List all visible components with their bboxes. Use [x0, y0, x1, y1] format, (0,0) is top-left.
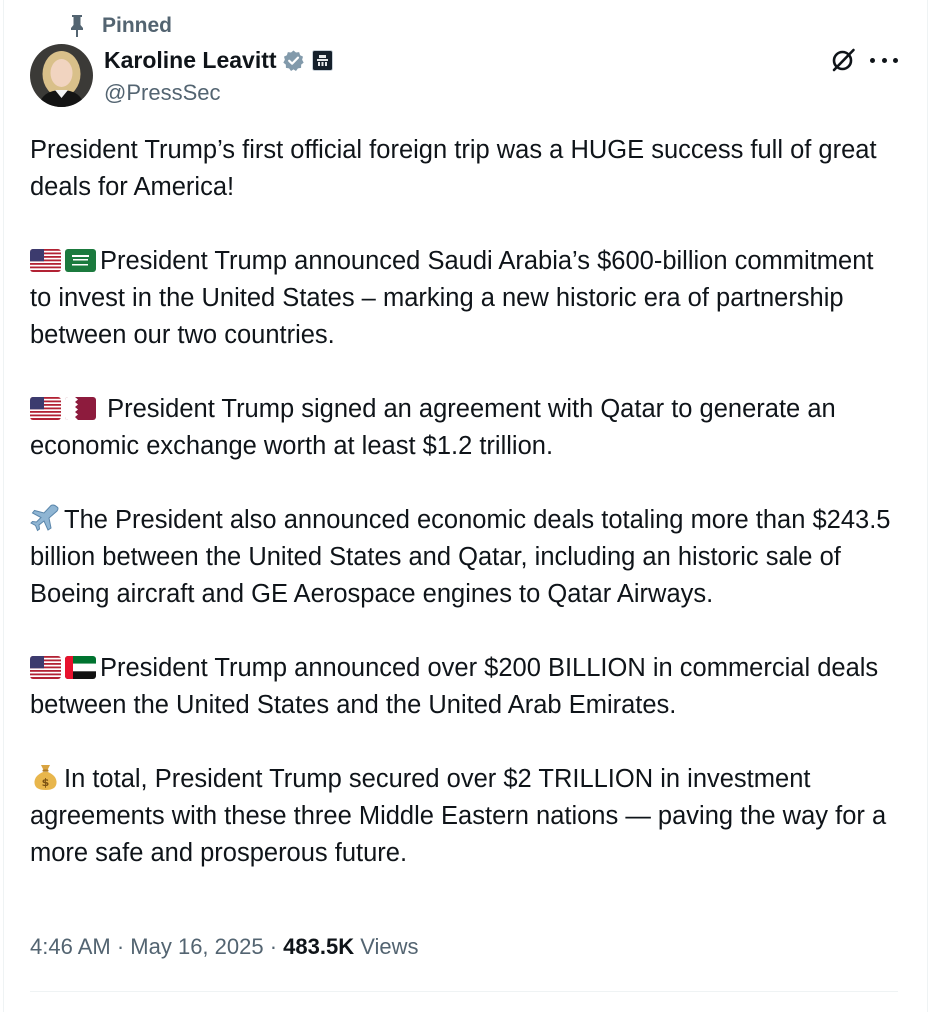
pin-icon	[71, 15, 83, 37]
uae-flag-emoji	[65, 656, 96, 679]
avatar[interactable]	[30, 44, 93, 107]
airplane-emoji	[30, 504, 59, 532]
uae-paragraph-text: President Trump announced over $200 BILL…	[30, 654, 879, 719]
more-options-icon[interactable]	[870, 48, 898, 72]
verified-badge-icon[interactable]	[282, 49, 305, 72]
tweet-text: President Trump’s first official foreign…	[30, 132, 900, 872]
qatar-flag-emoji	[65, 397, 96, 420]
tweet-metadata: 4:46 AM · May 16, 2025 · 483.5K Views	[30, 934, 419, 959]
tweet-paragraph-boeing: The President also announced economic de…	[30, 502, 900, 613]
dot	[893, 57, 898, 63]
author-handle[interactable]: @PressSec	[104, 80, 220, 106]
pinned-label: Pinned	[102, 14, 173, 37]
tweet-paragraph-total: $ In total, President Trump secured over…	[30, 761, 900, 872]
svg-text:$: $	[42, 776, 50, 789]
author-name[interactable]: Karoline Leavitt	[104, 47, 277, 74]
dot	[881, 57, 887, 63]
dot	[870, 57, 875, 63]
tweet-paragraph-uae: President Trump announced over $200 BILL…	[30, 650, 900, 724]
saudi-paragraph-text: President Trump announced Saudi Arabia’s…	[30, 247, 874, 349]
tweet-date[interactable]: May 16, 2025	[130, 934, 263, 959]
total-paragraph-text: In total, President Trump secured over $…	[30, 765, 887, 867]
views-label: Views	[354, 934, 419, 959]
grok-icon[interactable]	[829, 46, 857, 74]
saudi-flag-emoji	[65, 249, 96, 272]
tweet-time[interactable]: 4:46 AM	[30, 934, 111, 959]
white-house-affiliation-icon[interactable]	[311, 50, 333, 71]
money-bag-emoji: $	[34, 765, 57, 790]
qatar-paragraph-text: President Trump signed an agreement with…	[30, 395, 836, 460]
divider	[30, 991, 898, 992]
pinned-indicator: Pinned	[70, 14, 172, 38]
tweet-paragraph-qatar: President Trump signed an agreement with…	[30, 391, 900, 465]
boeing-paragraph-text: The President also announced economic de…	[30, 506, 891, 608]
us-flag-emoji	[30, 656, 61, 679]
us-flag-emoji	[30, 397, 61, 420]
views-count: 483.5K	[283, 934, 355, 959]
tweet-paragraph-saudi: President Trump announced Saudi Arabia’s…	[30, 243, 900, 354]
author-row: Karoline Leavitt	[104, 47, 333, 74]
us-flag-emoji	[30, 249, 61, 272]
tweet-paragraph-intro: President Trump’s first official foreign…	[30, 136, 877, 201]
